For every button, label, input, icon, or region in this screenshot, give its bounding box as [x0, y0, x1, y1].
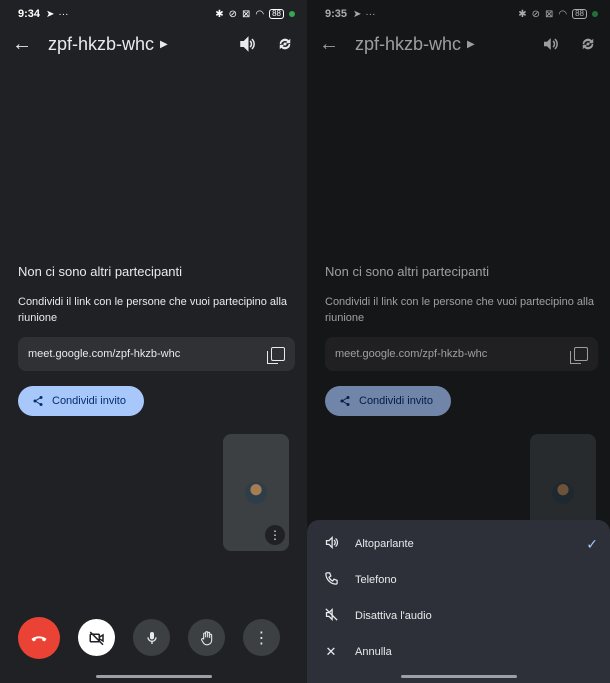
avatar — [245, 482, 267, 504]
chevron-right-icon[interactable]: ▶ — [160, 39, 168, 50]
meeting-code-title[interactable]: zpf-hkzb-whc — [48, 34, 154, 55]
menu-item-label: Annulla — [355, 646, 392, 658]
menu-item-label: Telefono — [355, 574, 397, 586]
alarm-off-icon: ⊠ — [241, 8, 251, 20]
status-time: 9:34 — [18, 8, 41, 20]
meeting-link-text: meet.google.com/zpf-hkzb-whc — [28, 348, 181, 360]
menu-item-label: Disattiva l'audio — [355, 610, 432, 622]
close-icon: ✕ — [325, 644, 337, 659]
checkmark-icon: ✓ — [586, 535, 598, 552]
back-arrow-icon[interactable]: ← — [12, 33, 40, 56]
self-video-tile[interactable]: ⋮ — [223, 434, 289, 551]
phone-icon — [323, 571, 339, 589]
tile-more-options-icon[interactable]: ⋮ — [265, 525, 285, 545]
battery-indicator: 88 — [269, 9, 284, 19]
more-vert-icon: ⋮ — [253, 629, 270, 647]
meet-screen-right: 9:35 ➤ ··· ✱ ⊘ ⊠ ◠ 88 ← zpf-hkzb-whc ▶ No… — [307, 0, 610, 683]
audio-output-sheet: Altoparlante ✓ Telefono Disattiva l'audi… — [307, 520, 610, 683]
share-invite-label: Condividi invito — [52, 395, 126, 407]
meeting-link-field[interactable]: meet.google.com/zpf-hkzb-whc — [18, 337, 295, 371]
share-icon — [33, 396, 43, 406]
home-indicator — [95, 675, 212, 678]
wifi-icon: ◠ — [255, 8, 265, 20]
mute-audio-icon — [323, 607, 339, 625]
menu-item-label: Altoparlante — [355, 538, 414, 550]
status-bar: 9:34 ➤ ··· ✱ ⊘ ⊠ ◠ 88 — [0, 0, 307, 28]
switch-camera-icon[interactable] — [275, 34, 295, 54]
call-controls: ⋮ — [18, 617, 280, 659]
speaker-icon[interactable] — [237, 34, 257, 54]
menu-item-phone[interactable]: Telefono — [323, 568, 598, 592]
speaker-icon — [323, 535, 339, 553]
dnd-icon: ⊘ — [228, 8, 237, 20]
home-indicator — [400, 675, 517, 678]
more-options-button[interactable]: ⋮ — [243, 619, 280, 656]
no-participants-heading: Non ci sono altri partecipanti — [18, 264, 183, 279]
telegram-icon: ➤ — [46, 8, 55, 20]
privacy-dot-icon — [289, 11, 295, 17]
raise-hand-button[interactable] — [188, 619, 225, 656]
copy-icon[interactable] — [267, 347, 285, 364]
app-bar: ← zpf-hkzb-whc ▶ — [0, 28, 307, 60]
menu-item-mute-audio[interactable]: Disattiva l'audio — [323, 604, 598, 628]
meet-screen-left: 9:34 ➤ ··· ✱ ⊘ ⊠ ◠ 88 ← zpf-hkzb-whc ▶ No… — [0, 0, 307, 683]
more-notifications-icon: ··· — [58, 8, 69, 20]
share-invite-button[interactable]: Condividi invito — [18, 386, 144, 416]
menu-item-speaker[interactable]: Altoparlante ✓ — [323, 532, 598, 556]
camera-off-button[interactable] — [78, 619, 115, 656]
end-call-button[interactable] — [18, 617, 60, 659]
microphone-button[interactable] — [133, 619, 170, 656]
bluetooth-icon: ✱ — [215, 8, 224, 20]
share-description: Condividi il link con le persone che vuo… — [18, 296, 288, 324]
menu-item-cancel[interactable]: ✕ Annulla — [323, 640, 598, 664]
